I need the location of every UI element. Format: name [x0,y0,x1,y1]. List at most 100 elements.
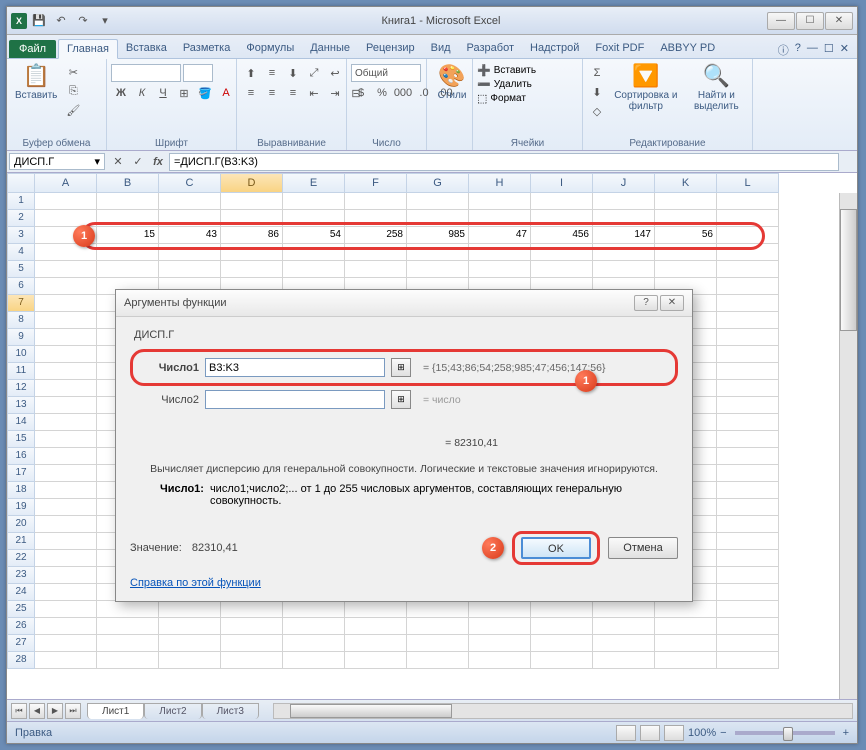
view-break-icon[interactable] [664,725,684,741]
column-header[interactable]: E [283,173,345,193]
cell[interactable] [159,210,221,227]
help-icon[interactable]: ? [795,42,801,58]
cell[interactable] [717,227,779,244]
cell[interactable] [35,380,97,397]
format-cell-icon[interactable]: ⬚ [477,92,487,105]
bold-icon[interactable]: Ж [111,84,131,102]
dialog-titlebar[interactable]: Аргументы функции ?✕ [116,290,692,317]
cell[interactable] [35,567,97,584]
row-header[interactable]: 1 [7,193,35,210]
cell[interactable] [159,193,221,210]
ribbon-tab-1[interactable]: Вставка [118,39,175,58]
cancel-formula-icon[interactable]: ✕ [109,153,127,171]
ribbon-tab-6[interactable]: Вид [423,39,459,58]
cell[interactable] [345,635,407,652]
cell[interactable] [717,261,779,278]
underline-icon[interactable]: Ч [153,84,173,102]
cell[interactable] [221,618,283,635]
cell[interactable] [97,601,159,618]
cell[interactable] [35,193,97,210]
font-size[interactable] [183,64,213,82]
row-header[interactable]: 22 [7,550,35,567]
copy-icon[interactable]: ⎘ [63,82,83,100]
paste-button[interactable]: 📋Вставить [11,61,61,103]
chevron-down-icon[interactable]: ▾ [94,155,100,168]
cell[interactable] [469,193,531,210]
cell[interactable] [35,278,97,295]
ribbon-tab-9[interactable]: Foxit PDF [587,39,652,58]
cell[interactable] [159,652,221,669]
row-header[interactable]: 3 [7,227,35,244]
name-box[interactable]: ДИСП.Г▾ [9,153,105,170]
column-header[interactable]: K [655,173,717,193]
cell[interactable] [717,584,779,601]
cell[interactable] [407,244,469,261]
cell[interactable] [407,210,469,227]
cell[interactable] [221,210,283,227]
undo-icon[interactable]: ↶ [51,11,71,31]
zoom-in-icon[interactable]: + [843,727,849,739]
cell[interactable] [283,618,345,635]
column-header[interactable]: H [469,173,531,193]
workbook-min-icon[interactable]: — [807,42,818,58]
cell[interactable] [717,618,779,635]
currency-icon[interactable]: $ [351,84,371,102]
cell[interactable] [407,193,469,210]
cell[interactable] [593,261,655,278]
cell[interactable] [407,618,469,635]
cell[interactable] [531,193,593,210]
sheet-tab[interactable]: Лист3 [202,703,259,719]
cell[interactable] [655,244,717,261]
cell[interactable] [345,193,407,210]
align-middle-icon[interactable]: ≡ [262,64,282,82]
cell[interactable] [283,652,345,669]
ribbon-tab-2[interactable]: Разметка [175,39,239,58]
cell[interactable]: 985 [407,227,469,244]
cell[interactable] [283,193,345,210]
ribbon-tab-5[interactable]: Рецензир [358,39,423,58]
cell[interactable]: 456 [531,227,593,244]
cell[interactable] [717,550,779,567]
cell[interactable] [655,601,717,618]
redo-icon[interactable]: ↷ [73,11,93,31]
cell[interactable]: 56 [655,227,717,244]
fill-icon[interactable]: ⬇ [587,83,607,101]
cell[interactable] [531,601,593,618]
view-layout-icon[interactable] [640,725,660,741]
zoom-out-icon[interactable]: − [720,727,726,739]
cell[interactable] [717,431,779,448]
arg2-input[interactable] [205,390,385,409]
file-tab[interactable]: Файл [9,40,56,58]
percent-icon[interactable]: % [372,84,392,102]
font-color-icon[interactable]: A [216,84,236,102]
cell[interactable] [717,567,779,584]
cell[interactable] [345,618,407,635]
cell[interactable]: 47 [469,227,531,244]
cell[interactable] [35,652,97,669]
cell[interactable] [35,431,97,448]
range-picker-icon-2[interactable]: ⊞ [391,390,411,409]
dialog-help-icon[interactable]: ? [634,295,658,311]
cell[interactable] [717,278,779,295]
cell[interactable] [159,261,221,278]
tab-nav-first-icon[interactable]: ⏮ [11,703,27,719]
cell[interactable] [283,635,345,652]
maximize-button[interactable]: ☐ [796,12,824,30]
cell[interactable] [35,346,97,363]
cell[interactable] [717,244,779,261]
cell[interactable] [717,652,779,669]
cell[interactable] [35,227,97,244]
row-header[interactable]: 15 [7,431,35,448]
cell[interactable] [159,618,221,635]
styles-button[interactable]: 🎨Стили [431,61,473,103]
cell[interactable] [221,244,283,261]
row-header[interactable]: 9 [7,329,35,346]
cell[interactable] [345,210,407,227]
cell[interactable] [717,533,779,550]
orientation-icon[interactable]: ⤢ [304,64,324,82]
cell[interactable] [531,210,593,227]
cell[interactable] [469,210,531,227]
cell[interactable] [35,618,97,635]
cell[interactable] [97,635,159,652]
view-normal-icon[interactable] [616,725,636,741]
